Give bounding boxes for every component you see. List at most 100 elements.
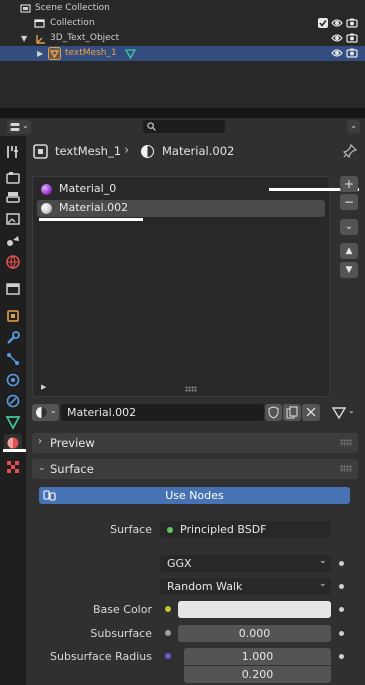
tab-constraints[interactable]: [4, 392, 22, 410]
tab-world[interactable]: [4, 253, 22, 271]
distribution-dropdown[interactable]: GGX ⌄: [160, 555, 331, 572]
unlink-material-button[interactable]: [302, 404, 320, 421]
add-slot-button[interactable]: +: [340, 176, 358, 192]
tab-particles[interactable]: [4, 350, 22, 368]
output-icon: [6, 192, 20, 203]
panel-title: Preview: [50, 436, 95, 450]
material-ball-icon: [41, 203, 52, 214]
checker-texture-icon: [7, 461, 19, 473]
search-input[interactable]: [143, 120, 225, 133]
outliner-row-collection[interactable]: Collection: [0, 16, 365, 31]
slot-underline: [39, 218, 143, 221]
chevron-down-icon: ⌄: [319, 556, 327, 566]
tab-texture[interactable]: [4, 458, 22, 476]
object-icon: [7, 310, 19, 322]
outliner-row-scene-collection[interactable]: Scene Collection: [0, 1, 365, 16]
tab-modifiers[interactable]: [4, 329, 22, 347]
area-separator[interactable]: [0, 108, 365, 118]
socket-dot-icon[interactable]: [339, 631, 344, 636]
chevron-down-icon: ⌄: [50, 406, 57, 415]
chevron-right-icon: ›: [38, 436, 42, 447]
play-arrow-icon[interactable]: ▶: [41, 383, 46, 391]
subsurface-field[interactable]: 0.000: [178, 625, 331, 642]
resize-grip-icon[interactable]: [185, 386, 197, 392]
slot-specials-button[interactable]: ⌄: [340, 219, 358, 235]
eye-icon[interactable]: [331, 17, 343, 29]
material-ball-icon: [41, 184, 52, 195]
properties-tab-bar: [0, 136, 27, 685]
tab-output[interactable]: [4, 189, 22, 207]
world-icon: [6, 255, 20, 269]
drag-grip-icon[interactable]: [340, 465, 352, 472]
shader-socket-icon: [167, 527, 173, 533]
search-icon: [147, 122, 156, 131]
pin-icon[interactable]: [343, 144, 357, 158]
tab-tool[interactable]: [4, 143, 22, 161]
constraints-icon: [6, 394, 20, 408]
wrench-icon: [7, 331, 20, 344]
preview-panel-header[interactable]: › Preview: [32, 433, 358, 453]
material-slot-label: Material.002: [59, 201, 129, 214]
outliner-row-textmesh-1[interactable]: ▶ textMesh_1: [0, 46, 365, 61]
outliner-row-3d-text-object[interactable]: ▼ 3D_Text_Object: [0, 31, 365, 46]
breadcrumb-object: textMesh_1: [55, 144, 122, 158]
use-nodes-button[interactable]: Use Nodes: [39, 487, 350, 504]
outliner-label: Collection: [50, 18, 95, 28]
socket-dot-icon[interactable]: [339, 561, 344, 566]
duplicate-material-button[interactable]: [283, 404, 301, 421]
remove-slot-button[interactable]: −: [340, 194, 358, 210]
node-tree-icon: [43, 490, 56, 501]
socket-dot-icon[interactable]: [339, 584, 344, 589]
panel-title: Surface: [50, 462, 94, 476]
physics-icon: [6, 373, 20, 387]
camera-icon[interactable]: [346, 32, 358, 44]
tab-object[interactable]: [4, 307, 22, 325]
move-down-button[interactable]: ▼: [340, 262, 358, 278]
browse-material-button[interactable]: ⌄: [32, 404, 59, 421]
material-icon: [141, 145, 154, 158]
expand-arrow-icon[interactable]: ▼: [21, 31, 27, 46]
subsurface-radius-x-field[interactable]: 1.000: [184, 648, 331, 665]
subsurface-radius-y-field[interactable]: 0.200: [184, 666, 331, 683]
surface-shader-selector[interactable]: Principled BSDF: [160, 521, 331, 538]
socket-dot-icon[interactable]: [339, 607, 344, 612]
mesh-data-icon: [125, 49, 136, 59]
options-dropdown-button[interactable]: ⌄: [347, 120, 360, 133]
eye-icon[interactable]: [331, 47, 343, 59]
material-name-field[interactable]: Material.002: [61, 404, 264, 421]
socket-dot-icon[interactable]: [339, 654, 344, 659]
color-socket-icon: [165, 606, 171, 612]
active-tab-indicator: [3, 449, 27, 452]
surface-panel-header[interactable]: ⌄ Surface: [32, 459, 358, 479]
vector-socket-icon: [165, 653, 171, 659]
expand-arrow-icon[interactable]: ▶: [37, 46, 43, 61]
material-slot-list: Material_0 Material.002 ▶: [32, 176, 330, 397]
tab-render[interactable]: [4, 169, 22, 187]
fake-user-button[interactable]: [265, 404, 282, 421]
tool-icon: [7, 146, 18, 158]
tab-collection[interactable]: [4, 280, 22, 298]
subsurface-method-dropdown[interactable]: Random Walk ⌄: [160, 578, 331, 595]
mesh-data-icon: [5, 416, 21, 430]
chevron-down-icon: ⌄: [22, 121, 29, 130]
properties-editor-icon: [10, 123, 20, 131]
move-up-button[interactable]: ▲: [340, 243, 358, 259]
checkbox-icon[interactable]: [317, 17, 329, 29]
base-color-swatch[interactable]: [178, 601, 331, 618]
drag-grip-icon[interactable]: [340, 439, 352, 446]
camera-icon[interactable]: [346, 47, 358, 59]
breadcrumb-separator: ›: [124, 143, 130, 158]
tab-scene[interactable]: [4, 232, 22, 250]
tab-physics[interactable]: [4, 371, 22, 389]
material-slot-item-active[interactable]: Material.002: [37, 200, 325, 217]
tab-data[interactable]: [4, 413, 22, 431]
subsurface-radius-y-value: 0.200: [241, 668, 274, 681]
tab-view-layer[interactable]: [4, 210, 22, 228]
editor-type-button[interactable]: ⌄: [7, 120, 31, 134]
surface-label: Surface: [110, 523, 152, 536]
collection-icon: [34, 19, 45, 28]
distribution-value: GGX: [167, 557, 192, 570]
eye-icon[interactable]: [331, 32, 343, 44]
link-type-dropdown[interactable]: ⌄: [330, 404, 358, 421]
camera-icon[interactable]: [346, 17, 358, 29]
